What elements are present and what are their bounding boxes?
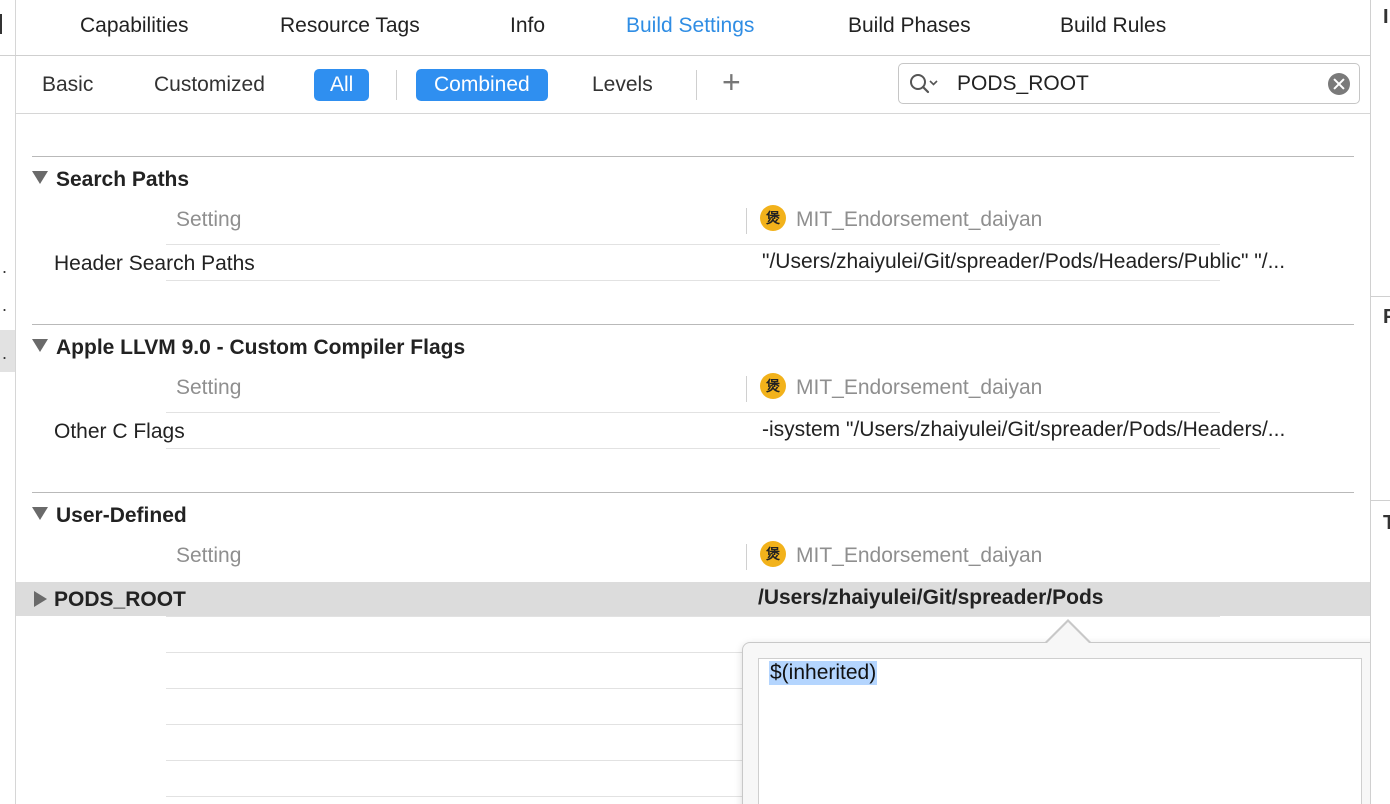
navigator-item[interactable]: .	[2, 344, 7, 362]
column-header-setting: Setting	[176, 208, 242, 231]
section-compiler-flags[interactable]: Apple LLVM 9.0 - Custom Compiler Flags	[32, 336, 465, 360]
filter-basic-button[interactable]: Basic	[42, 69, 93, 101]
section-title: Search Paths	[56, 168, 190, 191]
divider	[746, 208, 747, 234]
inspector-panel: I P T	[1370, 0, 1390, 804]
editor-tab-bar: Capabilities Resource Tags Info Build Se…	[16, 0, 1370, 56]
divider	[166, 280, 1220, 281]
divider	[166, 616, 1220, 617]
tab-resource-tags[interactable]: Resource Tags	[280, 14, 420, 38]
tab-build-rules[interactable]: Build Rules	[1060, 14, 1166, 38]
divider	[166, 244, 1220, 245]
divider	[696, 70, 697, 100]
inspector-label: P	[1383, 306, 1390, 328]
inspector-label: T	[1383, 512, 1390, 534]
setting-name[interactable]: Other C Flags	[54, 420, 185, 444]
navigator-item[interactable]: .	[2, 296, 7, 314]
value-editor-textarea[interactable]: $(inherited)	[758, 658, 1362, 804]
search-field[interactable]: PODS_ROOT	[898, 63, 1360, 104]
navigator-header	[0, 0, 16, 56]
setting-value[interactable]: "/Users/zhaiyulei/Git/spreader/Pods/Head…	[762, 250, 1358, 274]
disclosure-triangle-icon[interactable]	[32, 171, 48, 184]
navigator-sidebar: . . .	[0, 0, 16, 804]
divider	[746, 544, 747, 570]
clear-search-icon[interactable]	[1328, 73, 1350, 95]
section-title: Apple LLVM 9.0 - Custom Compiler Flags	[56, 336, 466, 359]
filter-all-button[interactable]: All	[314, 69, 370, 101]
tab-capabilities[interactable]: Capabilities	[80, 14, 189, 38]
divider	[166, 412, 1220, 413]
column-header-target: MIT_Endorsement_daiyan	[796, 544, 1043, 567]
column-header-setting: Setting	[176, 376, 242, 399]
build-settings-filter-bar: Basic Customized All Combined Levels + P…	[16, 56, 1370, 114]
section-user-defined[interactable]: User-Defined	[32, 504, 187, 528]
divider	[1371, 296, 1390, 297]
target-app-icon: 煲	[760, 373, 786, 399]
divider	[396, 70, 397, 100]
setting-name[interactable]: Header Search Paths	[54, 252, 255, 276]
divider	[32, 156, 1354, 157]
filter-levels-button[interactable]: Levels	[592, 69, 653, 101]
divider	[32, 492, 1354, 493]
divider	[0, 14, 2, 34]
divider	[1371, 500, 1390, 501]
selected-value-text[interactable]: $(inherited)	[769, 661, 878, 685]
filter-customized-button[interactable]: Customized	[154, 69, 265, 101]
navigator-item[interactable]: .	[2, 258, 7, 276]
filter-combined-button[interactable]: Combined	[416, 69, 548, 101]
search-icon[interactable]	[909, 73, 939, 95]
tab-info[interactable]: Info	[510, 14, 545, 38]
column-header-setting: Setting	[176, 544, 242, 567]
target-app-icon: 煲	[760, 205, 786, 231]
add-setting-button[interactable]: +	[722, 66, 741, 98]
search-input[interactable]: PODS_ROOT	[957, 72, 1089, 96]
divider	[166, 448, 1220, 449]
setting-value[interactable]: -isystem "/Users/zhaiyulei/Git/spreader/…	[762, 418, 1358, 442]
divider	[32, 324, 1354, 325]
disclosure-triangle-collapsed-icon[interactable]	[34, 591, 47, 607]
column-header-target: MIT_Endorsement_daiyan	[796, 208, 1043, 231]
setting-value[interactable]: /Users/zhaiyulei/Git/spreader/Pods	[758, 586, 1354, 610]
section-search-paths[interactable]: Search Paths	[32, 168, 189, 192]
tab-build-phases[interactable]: Build Phases	[848, 14, 971, 38]
popover-arrow	[1046, 622, 1090, 644]
column-header-target: MIT_Endorsement_daiyan	[796, 376, 1043, 399]
setting-name[interactable]: PODS_ROOT	[54, 588, 186, 612]
section-title: User-Defined	[56, 504, 187, 527]
disclosure-triangle-icon[interactable]	[32, 339, 48, 352]
inspector-label: I	[1383, 6, 1389, 28]
disclosure-triangle-icon[interactable]	[32, 507, 48, 520]
target-app-icon: 煲	[760, 541, 786, 567]
tab-build-settings[interactable]: Build Settings	[626, 14, 754, 38]
divider	[746, 376, 747, 402]
